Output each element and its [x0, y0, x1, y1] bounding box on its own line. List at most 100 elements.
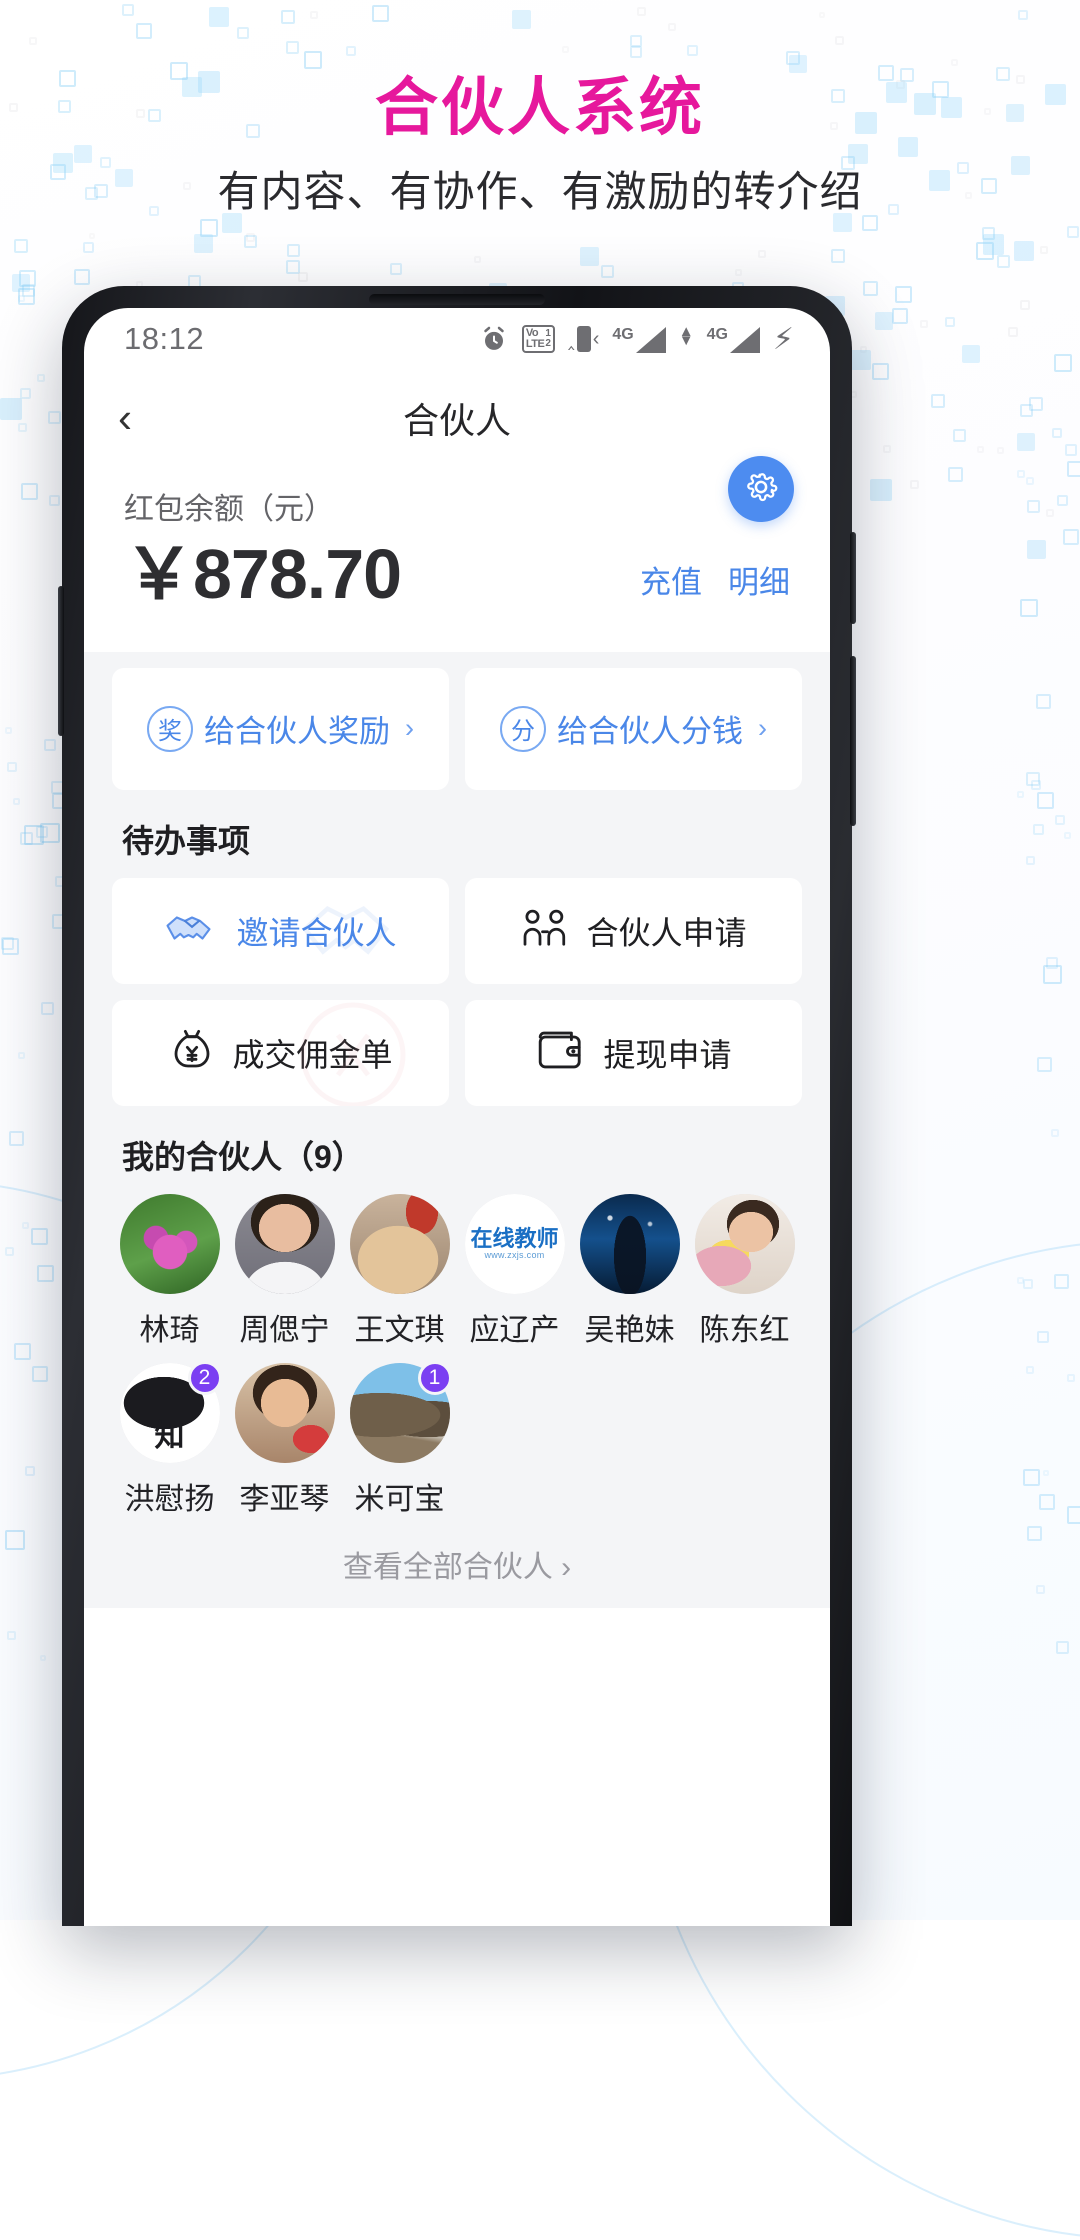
phone-volume-button — [850, 532, 856, 624]
status-bar: 18:12 Vo LTE 1 2 ‸ ‹ 4G ▲ ▼ 4G ⚡ — [84, 308, 830, 370]
share-money-card[interactable]: 分 给合伙人分钱 › — [465, 667, 802, 790]
commission-order-content: 成交佣金单 — [168, 1026, 393, 1079]
partner-application-card[interactable]: 合伙人申请 — [465, 877, 802, 984]
todo-section-title: 待办事项 — [122, 822, 251, 859]
partners-section: 我的合伙人（9） 林琦 周偲宁 王文琪 在线教师 www.zxjs.com 应辽… — [112, 1132, 802, 1608]
partner-item[interactable]: 在线教师 www.zxjs.com 应辽产 — [457, 1193, 572, 1349]
commission-order-card[interactable]: 成交佣金单 — [112, 999, 449, 1106]
share-money-label: 给合伙人分钱 — [557, 714, 743, 749]
promo-banner: 合伙人系统 有内容、有协作、有激励的转介绍 — [0, 72, 1080, 219]
withdraw-application-content: 提现申请 — [535, 1028, 732, 1077]
phone-mockup: 18:12 Vo LTE 1 2 ‸ ‹ 4G ▲ ▼ 4G ⚡ ‹ 合伙人 红… — [58, 286, 856, 1926]
phone-earpiece-speaker — [369, 294, 545, 305]
withdraw-application-card[interactable]: 提现申请 — [465, 999, 802, 1106]
share-badge-icon: 分 — [500, 705, 546, 752]
balance-actions: 充值 明细 — [640, 557, 790, 612]
avatar-wrapper: 知 2 — [119, 1360, 222, 1463]
balance-amount: ￥878.70 — [124, 535, 402, 613]
phone-screen: 18:12 Vo LTE 1 2 ‸ ‹ 4G ▲ ▼ 4G ⚡ ‹ 合伙人 红… — [84, 308, 830, 1926]
avatar-wrapper: 1 — [349, 1360, 452, 1463]
avatar-wrapper — [234, 1362, 335, 1463]
partner-item[interactable]: 1 米可宝 — [342, 1360, 457, 1518]
avatar-wrapper — [234, 1193, 335, 1294]
people-application-icon — [520, 905, 570, 956]
signal-4g-1-icon: 4G — [612, 325, 666, 353]
balance-row: ￥878.70 充值 明细 — [124, 535, 790, 613]
page-title: 合伙人 — [402, 400, 511, 441]
partner-badge: 2 — [187, 1360, 222, 1395]
partner-badge: 1 — [417, 1360, 452, 1395]
partner-item[interactable]: 林琦 — [112, 1193, 227, 1349]
reward-partner-card[interactable]: 奖 给合伙人奖励 › — [112, 667, 449, 790]
wallet-icon — [535, 1028, 587, 1077]
zaixian-jiaoshi-logo: 在线教师 www.zxjs.com — [464, 1193, 565, 1294]
partner-name: 王文琪 — [354, 1313, 445, 1347]
partner-name: 林琦 — [139, 1313, 200, 1347]
chevron-right-icon: › — [405, 713, 414, 743]
partner-item[interactable]: 李亚琴 — [227, 1362, 342, 1518]
status-time: 18:12 — [124, 321, 205, 356]
network-type-2-label: 4G — [706, 325, 728, 343]
flower-photo — [119, 1193, 220, 1294]
avatar-wrapper — [579, 1193, 680, 1294]
night-sky-photo — [579, 1193, 680, 1294]
charging-bolt-icon: ⚡ — [772, 322, 794, 356]
balance-value: 878.70 — [193, 535, 402, 613]
main-content: 奖 给合伙人奖励 › 分 给合伙人分钱 › 待办事项 邀请合伙人 合伙人申请 成… — [84, 651, 830, 1608]
partner-name: 周偲宁 — [239, 1313, 330, 1347]
handshake-icon — [164, 905, 220, 956]
see-all-partners-label: 查看全部合伙人 — [342, 1550, 553, 1584]
network-type-1-label: 4G — [612, 325, 634, 343]
alarm-icon — [479, 324, 509, 354]
avatar-wrapper — [119, 1193, 220, 1294]
partner-item[interactable]: 知 2 洪慰扬 — [112, 1360, 227, 1518]
detail-link[interactable]: 明细 — [728, 557, 790, 602]
partner-item[interactable]: 陈东红 — [687, 1193, 802, 1349]
partner-item[interactable]: 周偲宁 — [227, 1193, 342, 1349]
partner-name: 应辽产 — [469, 1313, 560, 1347]
invite-partner-content: 邀请合伙人 — [164, 905, 397, 956]
commission-order-label: 成交佣金单 — [232, 1036, 393, 1073]
reward-badge-icon: 奖 — [147, 705, 193, 752]
share-money-content: 分 给合伙人分钱 › — [500, 705, 767, 752]
volte-sim2-label: 2 — [545, 338, 551, 349]
partner-name: 李亚琴 — [239, 1482, 330, 1516]
cat-photo — [349, 1193, 450, 1294]
partner-application-label: 合伙人申请 — [586, 914, 747, 951]
partner-grid: 林琦 周偲宁 王文琪 在线教师 www.zxjs.com 应辽产 吴艳妹 陈东红… — [112, 1193, 802, 1518]
partner-name: 吴艳妹 — [584, 1313, 675, 1347]
chevron-right-icon: › — [561, 1550, 572, 1584]
volte-icon: Vo LTE 1 2 — [521, 325, 555, 353]
settings-button[interactable] — [728, 456, 794, 522]
phone-left-button — [58, 586, 64, 736]
woman-sunglasses-photo — [234, 1362, 335, 1463]
promo-subtitle: 有内容、有协作、有激励的转介绍 — [217, 168, 863, 216]
money-bag-icon — [168, 1026, 216, 1079]
todo-grid: 邀请合伙人 合伙人申请 成交佣金单 提现申请 — [112, 877, 802, 1106]
woman-flowers-photo — [694, 1193, 795, 1294]
partner-item[interactable]: 王文琪 — [342, 1193, 457, 1349]
invite-partner-card[interactable]: 邀请合伙人 — [112, 877, 449, 984]
promo-title: 合伙人系统 — [375, 73, 705, 143]
partner-item[interactable]: 吴艳妹 — [572, 1193, 687, 1349]
vibrate-icon: ‸ ‹ — [567, 326, 600, 352]
signal-4g-2-icon: 4G — [707, 326, 760, 353]
recharge-link[interactable]: 充值 — [640, 557, 702, 602]
withdraw-application-label: 提现申请 — [603, 1036, 732, 1073]
avatar-wrapper — [694, 1193, 795, 1294]
status-icon-group: Vo LTE 1 2 ‸ ‹ 4G ▲ ▼ 4G ⚡ — [479, 322, 794, 357]
woman-white-suit-photo — [234, 1193, 335, 1294]
gear-icon — [743, 469, 779, 510]
partner-name: 洪慰扬 — [124, 1482, 215, 1516]
balance-label: 红包余额（元） — [124, 493, 334, 526]
action-card-grid: 奖 给合伙人奖励 › 分 给合伙人分钱 › — [112, 667, 802, 790]
partner-application-content: 合伙人申请 — [520, 905, 747, 956]
reward-partner-content: 奖 给合伙人奖励 › — [147, 705, 414, 752]
avatar-wrapper — [349, 1193, 450, 1294]
partner-name: 陈东红 — [699, 1313, 790, 1347]
app-header: ‹ 合伙人 — [84, 370, 830, 466]
see-all-partners-link[interactable]: 查看全部合伙人 › — [112, 1542, 802, 1608]
data-transfer-arrows-icon: ▲ ▼ — [678, 323, 694, 349]
partner-name: 米可宝 — [354, 1482, 445, 1516]
phone-power-button — [850, 656, 856, 826]
